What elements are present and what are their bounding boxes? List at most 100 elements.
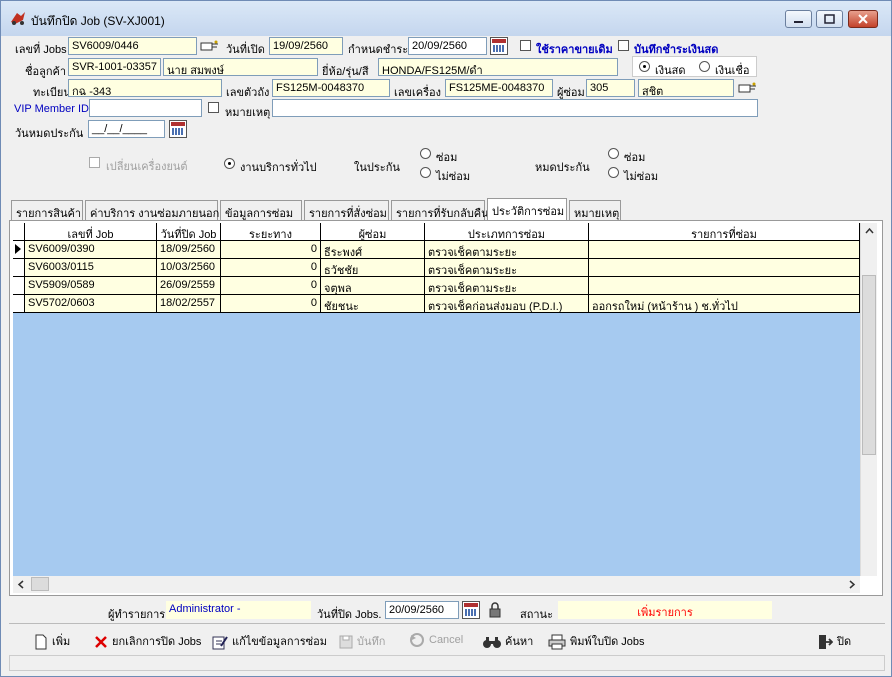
- scroll-right-icon[interactable]: [843, 576, 860, 593]
- close-window-button[interactable]: [848, 10, 878, 28]
- search-button[interactable]: ค้นหา: [483, 632, 533, 650]
- expired-repair-radio[interactable]: [608, 148, 619, 159]
- table-cell: 0: [221, 277, 321, 295]
- close-button[interactable]: ปิด: [817, 632, 851, 650]
- edit-repair-button[interactable]: แก้ไขข้อมูลการซ่อม: [212, 632, 327, 650]
- note-checkbox[interactable]: [208, 102, 219, 113]
- due-date-field[interactable]: 20/09/2560: [408, 37, 487, 55]
- maximize-button[interactable]: [816, 10, 843, 28]
- warranty-calendar-button[interactable]: [169, 120, 187, 138]
- tab-products[interactable]: รายการสินค้า: [11, 200, 83, 220]
- in-warranty-no-repair-radio[interactable]: [420, 167, 431, 178]
- cancel-button[interactable]: Cancel: [409, 632, 463, 650]
- table-cell: ออกรถใหม่ (หน้าร้าน ) ช.ทั่วไป: [589, 295, 860, 313]
- col-job-no[interactable]: เลขที่ Job: [25, 223, 157, 241]
- lookup-hand-icon[interactable]: [200, 39, 220, 53]
- row-selector-header: [13, 223, 25, 241]
- tab-ordered-items[interactable]: รายการที่สั่งซ่อม: [304, 200, 389, 220]
- row-selector[interactable]: [13, 295, 25, 313]
- open-date-field[interactable]: 19/09/2560: [269, 37, 343, 55]
- change-engine-checkbox[interactable]: [89, 157, 100, 168]
- table-cell: [589, 241, 860, 259]
- table-cell: SV6009/0390: [25, 241, 157, 259]
- customer-name-field[interactable]: นาย สมพงษ์: [163, 58, 318, 76]
- scroll-left-icon[interactable]: [13, 576, 30, 593]
- customer-code-field[interactable]: SVR-1001-03357: [68, 58, 161, 76]
- table-cell: 0: [221, 241, 321, 259]
- edit-icon: [212, 636, 228, 650]
- scroll-up-icon[interactable]: [861, 223, 878, 240]
- expired-label: หมดประกัน: [535, 162, 590, 174]
- save-button[interactable]: บันทึก: [339, 632, 385, 650]
- vip-field[interactable]: [89, 99, 202, 117]
- search-label: ค้นหา: [505, 636, 534, 648]
- operator-field: Administrator -: [166, 601, 311, 619]
- cash-record-checkbox[interactable]: [618, 40, 629, 51]
- row-selector[interactable]: [13, 277, 25, 295]
- mechanic-lookup-icon[interactable]: [738, 81, 758, 95]
- table-cell: ตรวจเช็คตามระยะ: [425, 259, 589, 277]
- close-date-calendar-button[interactable]: [462, 601, 480, 619]
- table-cell: ตรวจเช็คตามระยะ: [425, 241, 589, 259]
- scroll-thumb[interactable]: [862, 275, 876, 455]
- warranty-exp-field[interactable]: __/__/____: [88, 120, 165, 138]
- grid-vertical-scrollbar[interactable]: [860, 223, 877, 576]
- col-close-date[interactable]: วันที่ปิด Job: [157, 223, 221, 241]
- chassis-field[interactable]: FS125M-0048370: [272, 79, 390, 97]
- hscroll-thumb[interactable]: [31, 577, 49, 591]
- col-mechanic[interactable]: ผู้ซ่อม: [321, 223, 425, 241]
- row-selector[interactable]: [13, 259, 25, 277]
- mechanic-code-field[interactable]: 305: [586, 79, 635, 97]
- in-warranty-repair-radio[interactable]: [420, 148, 431, 159]
- history-grid: เลขที่ Job วันที่ปิด Job ระยะทาง ผู้ซ่อม…: [13, 223, 860, 576]
- binoculars-icon: [483, 637, 501, 649]
- model-field[interactable]: HONDA/FS125M/ดำ: [378, 58, 618, 76]
- grid-horizontal-scrollbar[interactable]: [13, 576, 860, 593]
- general-service-label: งานบริการทั่วไป: [240, 162, 317, 174]
- table-cell: ธวัชชัย: [321, 259, 425, 277]
- customer-label: ชื่อลูกค้า: [25, 66, 67, 78]
- row-selector[interactable]: [13, 241, 25, 259]
- close-date-label: วันที่ปิด Jobs.: [317, 609, 382, 621]
- table-row[interactable]: SV6009/0390 18/09/2560 0 ธีระพงศ์ ตรวจเช็คตา…: [13, 241, 860, 259]
- close-label: ปิด: [837, 636, 852, 648]
- cancel-label: Cancel: [429, 633, 464, 646]
- general-service-radio[interactable]: [224, 158, 235, 169]
- mechanic-name-field[interactable]: สุชิต: [638, 79, 734, 97]
- tab-returned-items[interactable]: รายการที่รับกลับคืน: [391, 200, 489, 220]
- minimize-button[interactable]: [785, 10, 812, 28]
- new-document-icon: [35, 634, 47, 650]
- expired-no-repair-radio[interactable]: [608, 167, 619, 178]
- table-cell: จตุพล: [321, 277, 425, 295]
- maximize-icon: [824, 14, 835, 24]
- table-row[interactable]: SV5702/0603 18/02/2557 0 ชัยชนะ ตรวจเช็คก่อน…: [13, 295, 860, 313]
- tab-external-service[interactable]: ค่าบริการ งานซ่อมภายนอก: [85, 200, 219, 220]
- close-date-field[interactable]: 20/09/2560: [385, 601, 459, 619]
- engine-field[interactable]: FS125ME-0048370: [445, 79, 553, 97]
- tab-repair-history[interactable]: ประวัติการซ่อม: [487, 198, 567, 220]
- open-date-label: วันที่เปิด: [226, 44, 265, 56]
- use-old-price-checkbox[interactable]: [520, 40, 531, 51]
- tab-notes[interactable]: หมายเหตุ: [569, 200, 621, 220]
- lock-icon[interactable]: [488, 601, 502, 619]
- table-row[interactable]: SV6003/0115 10/03/2560 0 ธวัชชัย ตรวจเช็คตาม…: [13, 259, 860, 277]
- save-label: บันทึก: [357, 636, 386, 648]
- cancel-close-button[interactable]: ยกเลิกการปิด Jobs: [94, 632, 201, 650]
- cash-radio[interactable]: [639, 61, 650, 72]
- table-cell: [589, 259, 860, 277]
- cancel-close-label: ยกเลิกการปิด Jobs: [112, 636, 202, 648]
- due-calendar-button[interactable]: [490, 37, 508, 55]
- note-field[interactable]: [272, 99, 758, 117]
- col-repair-type[interactable]: ประเภทการซ่อม: [425, 223, 589, 241]
- print-button[interactable]: พิมพ์ใบปิด Jobs: [548, 632, 645, 650]
- col-repair-items[interactable]: รายการที่ซ่อม: [589, 223, 860, 241]
- model-label: ยี่ห้อ/รุ่น/สี: [322, 66, 369, 78]
- col-distance[interactable]: ระยะทาง: [221, 223, 321, 241]
- tab-repair-info[interactable]: ข้อมูลการซ่อม: [220, 200, 302, 220]
- plate-label: ทะเบียน: [33, 87, 71, 99]
- job-no-field[interactable]: SV6009/0446: [68, 37, 197, 55]
- table-row[interactable]: SV5909/0589 26/09/2559 0 จตุพล ตรวจเช็คตามระ…: [13, 277, 860, 295]
- add-button[interactable]: เพิ่ม: [34, 632, 70, 650]
- credit-radio[interactable]: [699, 61, 710, 72]
- plate-field[interactable]: กฉ -343: [68, 79, 222, 97]
